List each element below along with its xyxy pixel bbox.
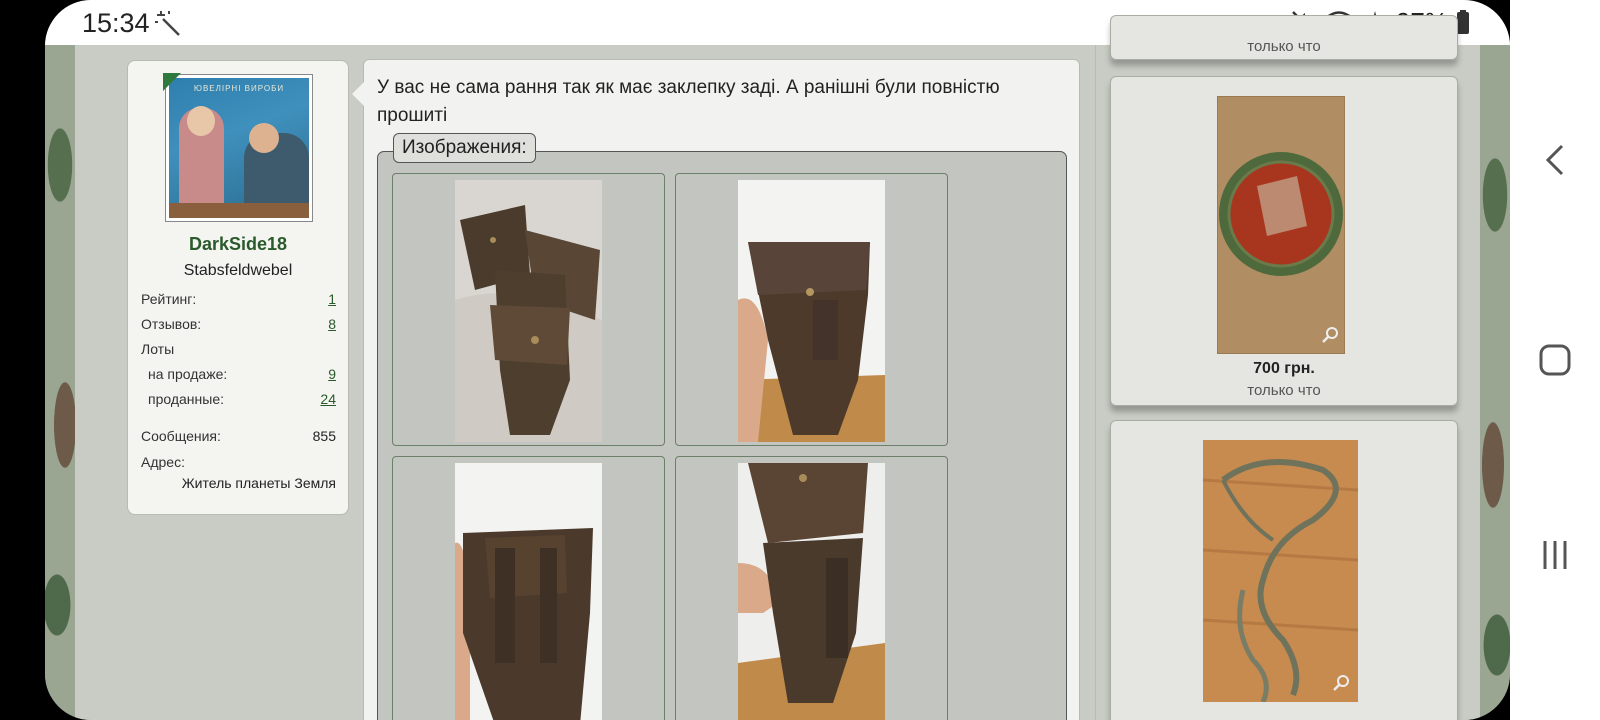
stat-sold-label: проданные:: [148, 391, 225, 407]
lot-price: 700 грн.: [1253, 360, 1315, 377]
user-rank: Stabsfeldwebel: [183, 262, 293, 279]
online-flag-icon: [163, 73, 181, 91]
avatar[interactable]: ЮВЕЛІРНІ ВИРОБИ: [165, 74, 313, 222]
lot-card-2[interactable]: 700 грн. только что: [1110, 76, 1458, 406]
stat-on-sale-label: на продаже:: [148, 366, 228, 382]
images-fieldset: [377, 151, 1067, 720]
stat-messages-value: 855: [312, 428, 336, 444]
recents-button[interactable]: [1510, 520, 1600, 590]
stat-sold-value[interactable]: 24: [320, 391, 336, 407]
avatar-image: ЮВЕЛІРНІ ВИРОБИ: [169, 78, 309, 218]
recents-icon: [1543, 541, 1567, 569]
magic-wand-icon: [155, 11, 180, 36]
image-thumb-3[interactable]: [392, 456, 665, 720]
stat-lots-label: Лоты: [141, 341, 175, 357]
battery-icon: [1457, 10, 1469, 34]
stat-on-sale-value[interactable]: 9: [328, 366, 336, 382]
holster-photo-4[interactable]: [738, 463, 885, 720]
post-arrow: [352, 82, 364, 106]
post-text: У вас не сама рання так як має заклепку …: [377, 77, 1000, 126]
sidebar-lots: только что 700 грн. только что: [1095, 15, 1480, 720]
lot-card-3[interactable]: [1110, 420, 1458, 720]
stat-messages-label: Сообщения:: [141, 428, 221, 444]
avatar-caption: ЮВЕЛІРНІ ВИРОБИ: [193, 84, 285, 93]
lot-time: только что: [1247, 38, 1321, 55]
stat-reviews: Отзывов: 8: [141, 316, 336, 336]
forum-post: У вас не сама рання так як має заклепку …: [352, 59, 1080, 720]
image-thumb-1[interactable]: [392, 173, 665, 446]
lot-card-1[interactable]: только что: [1110, 15, 1458, 60]
stat-messages: Сообщения: 855: [141, 428, 336, 448]
home-button[interactable]: [1510, 325, 1600, 395]
chevron-left-icon: [1545, 144, 1564, 176]
avatar-figure-man-head: [249, 123, 279, 153]
avatar-table: [169, 203, 309, 218]
stat-on-sale: на продаже: 9: [141, 366, 336, 386]
stat-reviews-value[interactable]: 8: [328, 316, 336, 332]
username[interactable]: DarkSide18: [128, 234, 348, 255]
stat-lots: Лоты: [141, 341, 336, 361]
image-thumb-2[interactable]: [675, 173, 948, 446]
image-thumb-4[interactable]: [675, 456, 948, 720]
home-square-icon: [1539, 344, 1571, 376]
holster-photo-1[interactable]: [455, 180, 602, 442]
phone-display: 15:34 ЮВЕЛІРНІ ВИРОБИ DarkSide18 Stabsfe…: [45, 0, 1510, 720]
lot-time: только что: [1247, 382, 1321, 399]
stat-rating-value[interactable]: 1: [328, 291, 336, 307]
status-time: 15:34: [82, 8, 150, 38]
user-card: ЮВЕЛІРНІ ВИРОБИ DarkSide18 Stabsfeldwebe…: [127, 60, 349, 515]
stat-address-label: Адрес:: [141, 454, 185, 470]
stat-rating-label: Рейтинг:: [141, 291, 197, 307]
stat-rating: Рейтинг: 1: [141, 291, 336, 311]
images-legend: Изображения:: [393, 133, 536, 163]
zoom-icon[interactable]: [1332, 674, 1350, 692]
navigation-bar: [1510, 0, 1600, 720]
device-screen: 15:34 ЮВЕЛІРНІ ВИРОБИ DarkSide18 Stabsfe…: [0, 0, 1600, 720]
holster-photo-2[interactable]: [738, 180, 885, 442]
lot-image-sling[interactable]: [1203, 440, 1358, 702]
stat-reviews-label: Отзывов:: [141, 316, 202, 332]
stat-sold: проданные: 24: [141, 391, 336, 411]
lot-image-mine[interactable]: [1217, 96, 1345, 354]
stat-address: Адрес:: [141, 454, 336, 474]
holster-photo-3[interactable]: [455, 463, 602, 720]
stat-address-value: Житель планеты Земля: [181, 475, 336, 491]
avatar-figure-woman-head: [187, 106, 215, 136]
back-button[interactable]: [1510, 125, 1600, 195]
zoom-icon[interactable]: [1321, 326, 1339, 344]
web-page: ЮВЕЛІРНІ ВИРОБИ DarkSide18 Stabsfeldwebe…: [75, 15, 1480, 720]
